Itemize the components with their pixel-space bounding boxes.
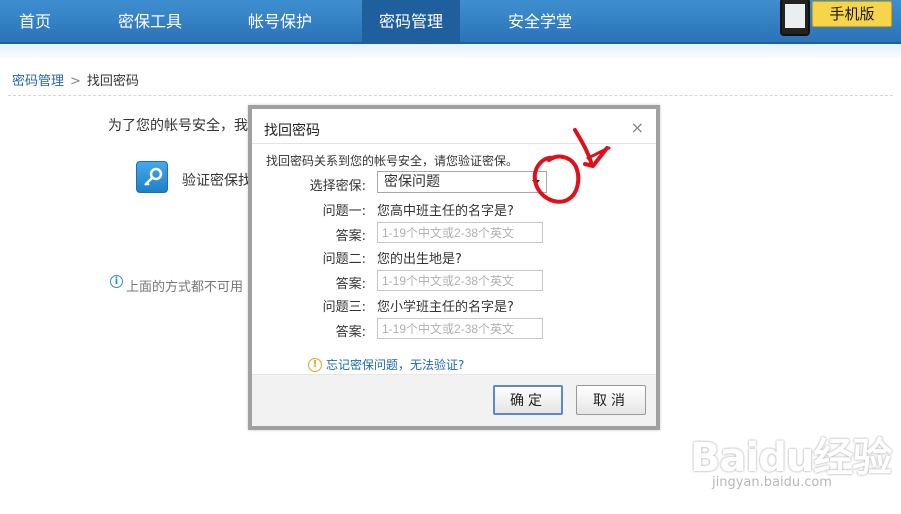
dialog-intro-text: 找回密码关系到您的帐号安全，请您验证密保。 — [266, 154, 519, 168]
nav-security-tools[interactable]: 密保工具 — [100, 0, 200, 44]
breadcrumb-current: 找回密码 — [86, 74, 139, 89]
background-hint-text: 上面的方式都不可用 — [126, 280, 244, 295]
close-icon[interactable]: × — [631, 118, 644, 137]
forgot-security-row: ! 忘记密保问题，无法验证? — [308, 356, 464, 373]
top-navigation: 首页 密保工具 帐号保护 密码管理 安全学堂 手机版 — [0, 0, 901, 44]
answer-2-input[interactable] — [377, 270, 543, 291]
background-intro-text: 为了您的帐号安全，我 — [108, 118, 248, 134]
mobile-version-label: 手机版 — [812, 1, 892, 27]
answer-3-input[interactable] — [377, 318, 543, 339]
answer-3-label: 答案: — [335, 325, 366, 340]
breadcrumb: 密码管理 > 找回密码 — [12, 70, 139, 89]
question-3-label: 问题三: — [322, 300, 366, 315]
forgot-security-link[interactable]: 忘记密保问题，无法验证? — [326, 358, 464, 372]
key-icon[interactable] — [136, 161, 168, 193]
dialog-title: 找回密码 — [264, 123, 320, 139]
warning-icon: ! — [308, 357, 322, 372]
breadcrumb-parent-link[interactable]: 密码管理 — [12, 74, 64, 89]
sub-bar — [0, 44, 901, 58]
info-icon: i — [110, 275, 123, 288]
question-2-label: 问题二: — [322, 252, 366, 267]
answer-1-input[interactable] — [377, 222, 543, 243]
nav-security-school[interactable]: 安全学堂 — [490, 0, 590, 44]
question-3-text: 您小学班主任的名字是? — [377, 300, 514, 315]
circle-mark — [532, 154, 581, 204]
question-1-label: 问题一: — [322, 204, 366, 219]
nav-password-management[interactable]: 密码管理 — [362, 0, 460, 44]
red-annotation — [532, 128, 611, 204]
question-2-text: 您的出生地是? — [377, 252, 462, 267]
nav-account-protection[interactable]: 帐号保护 — [230, 0, 330, 44]
answer-1-label: 答案: — [335, 229, 366, 244]
question-1-text: 您高中班主任的名字是? — [377, 204, 514, 219]
cancel-button[interactable]: 取消 — [576, 385, 646, 415]
verify-security-option[interactable]: 验证密保找 — [182, 170, 252, 190]
dashed-divider — [8, 95, 893, 96]
dialog-footer: 确定 取消 — [252, 374, 656, 426]
answer-2-label: 答案: — [335, 277, 366, 292]
security-type-selected-value: 密保问题 — [384, 174, 440, 190]
select-security-label: 选择密保: — [309, 179, 366, 194]
mobile-version-promo[interactable]: 手机版 — [768, 0, 892, 36]
nav-home[interactable]: 首页 — [0, 0, 70, 44]
phone-icon — [780, 0, 810, 36]
page: 首页 密保工具 帐号保护 密码管理 安全学堂 手机版 密码管理 > 找回密码 为了您… — [0, 0, 901, 514]
watermark-url: jingyan.baidu.com — [712, 475, 832, 490]
breadcrumb-separator: > — [70, 74, 81, 89]
confirm-button[interactable]: 确定 — [493, 385, 563, 415]
